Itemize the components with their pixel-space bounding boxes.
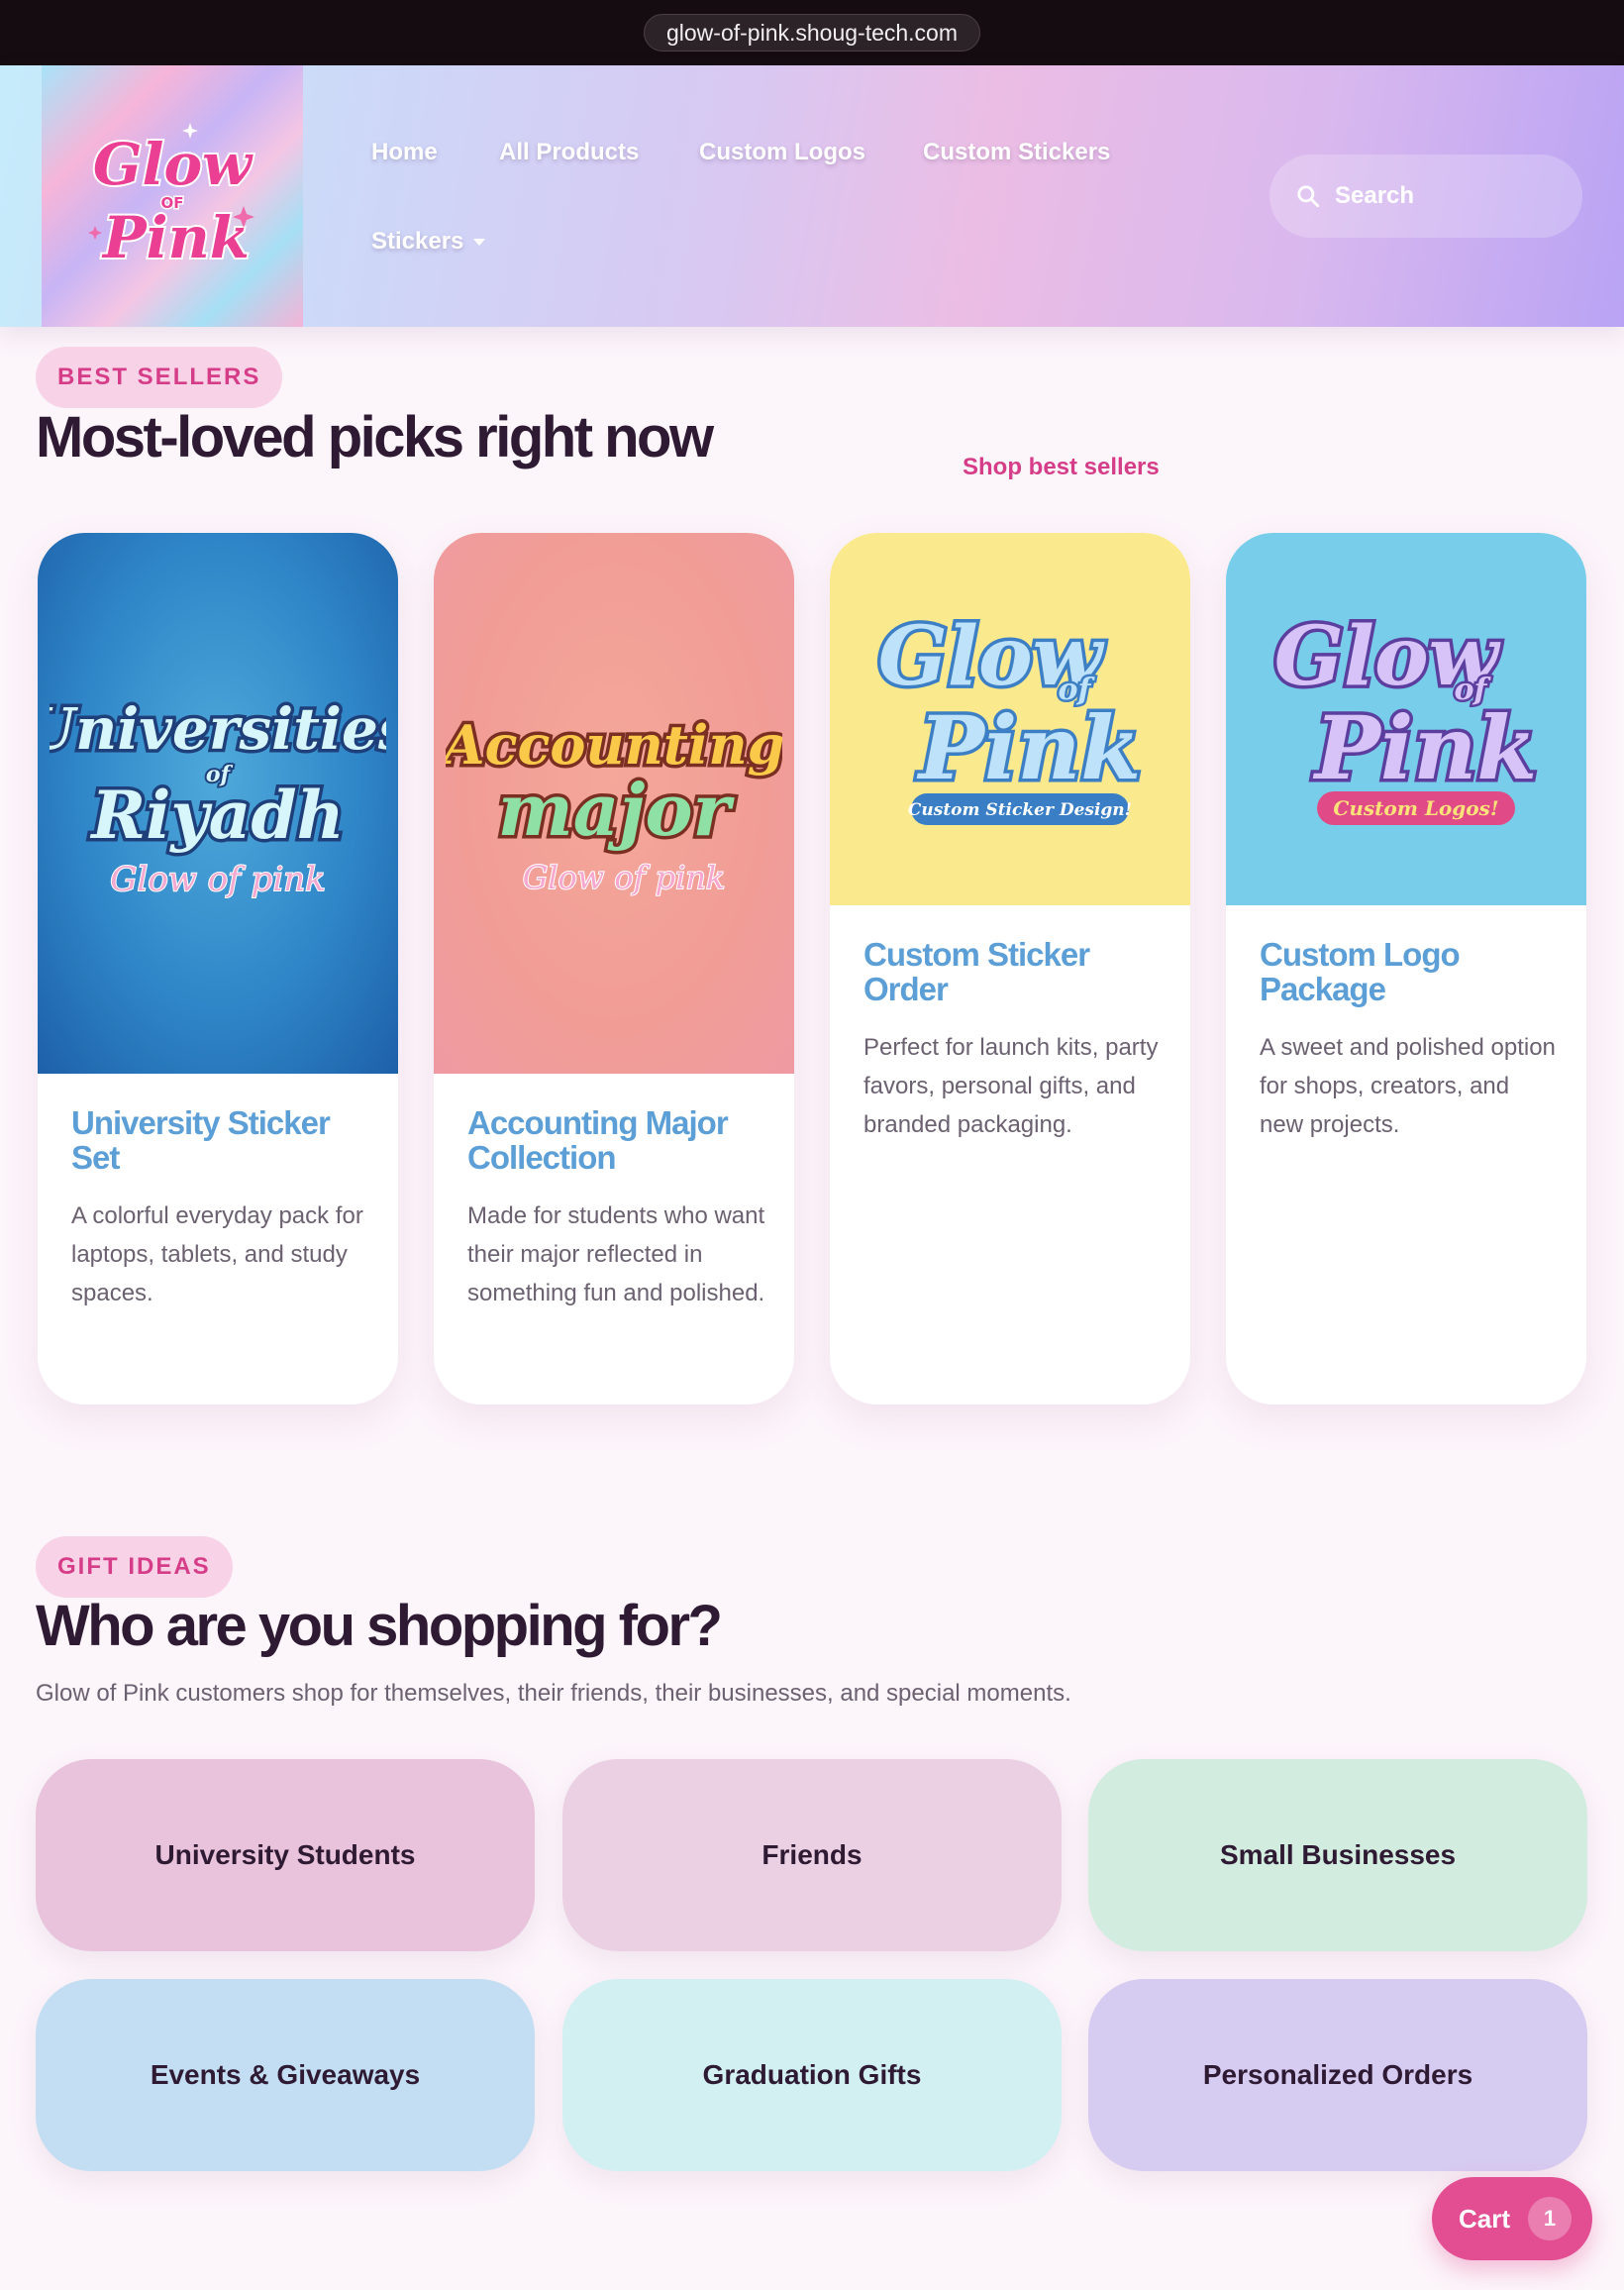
svg-text:Glow of pink: Glow of pink [110,860,325,899]
nav-custom-stickers[interactable]: Custom Stickers [923,139,1110,166]
nav-stickers-dropdown[interactable]: Stickers [371,228,486,256]
svg-text:Custom Sticker Design!: Custom Sticker Design! [908,800,1132,820]
gift-tile-friends[interactable]: Friends [562,1759,1062,1951]
site-logo[interactable]: Glow OF Pink [42,65,303,327]
accounting-major-art: Accounting major Glow of pink [446,710,782,898]
svg-text:Glow: Glow [93,131,254,198]
search-input[interactable] [1335,182,1553,210]
svg-text:major: major [498,768,736,852]
product-title[interactable]: Custom Logo Package [1260,937,1559,1006]
best-sellers-title: Most-loved picks right now [36,405,714,469]
product-description: Perfect for launch kits, party favors, p… [863,1034,1159,1138]
glow-of-pink-logo-package-art: Glow of Pink Custom Logos! [1270,606,1541,825]
site-header: Glow OF Pink Home All Products Custom Lo… [0,65,1624,327]
product-title[interactable]: Accounting Major Collection [467,1105,766,1175]
product-info: Custom Logo Package A sweet and polished… [1260,937,1559,1144]
url-field[interactable]: glow-of-pink.shoug-tech.com [643,14,981,52]
nav-stickers-label: Stickers [371,228,464,255]
product-card-custom-logo-package[interactable]: Glow of Pink Custom Logos! Custom Logo P… [1226,533,1586,1405]
product-image: Universities of Riyadh Glow of pink [38,533,398,1074]
search-icon [1297,185,1320,208]
product-info: Custom Sticker Order Perfect for launch … [863,937,1163,1144]
gift-ideas-subtitle: Glow of Pink customers shop for themselv… [36,1680,1071,1707]
nav-home[interactable]: Home [371,139,438,166]
svg-text:Glow of pink: Glow of pink [523,859,726,896]
nav-all-products[interactable]: All Products [499,139,639,166]
product-card-university-sticker-set[interactable]: Universities of Riyadh Glow of pink Univ… [38,533,398,1405]
svg-text:Pink: Pink [1312,696,1538,799]
gift-tile-small-businesses[interactable]: Small Businesses [1088,1759,1587,1951]
gift-tile-events-giveaways[interactable]: Events & Giveaways [36,1979,535,2171]
product-description: A sweet and polished option for shops, c… [1260,1034,1556,1138]
cart-button[interactable]: Cart 1 [1432,2177,1592,2260]
glow-of-pink-logo-art: Glow OF Pink [88,123,255,273]
caret-down-icon [473,239,486,247]
svg-text:Riyadh: Riyadh [89,777,344,854]
product-title[interactable]: University Sticker Set [71,1105,370,1175]
gift-tile-personalized-orders[interactable]: Personalized Orders [1088,1979,1587,2171]
product-card-accounting-major[interactable]: Accounting major Glow of pink Accounting… [434,533,794,1405]
gift-ideas-title: Who are you shopping for? [36,1594,723,1658]
shop-best-sellers-link[interactable]: Shop best sellers [963,454,1160,481]
svg-text:Universities: Universities [50,695,386,763]
gift-tile-graduation-gifts[interactable]: Graduation Gifts [562,1979,1062,2171]
product-info: University Sticker Set A colorful everyd… [71,1105,370,1312]
product-description: Made for students who want their major r… [467,1202,765,1306]
cart-label: Cart [1459,2203,1511,2234]
product-image: Glow of Pink Custom Sticker Design! [830,533,1190,905]
universities-of-riyadh-art: Universities of Riyadh Glow of pink [50,692,386,901]
product-image: Glow of Pink Custom Logos! [1226,533,1586,905]
cart-count-badge: 1 [1528,2197,1573,2240]
product-image: Accounting major Glow of pink [434,533,794,1074]
product-card-custom-sticker-order[interactable]: Glow of Pink Custom Sticker Design! Cust… [830,533,1190,1405]
svg-text:Custom Logos!: Custom Logos! [1333,796,1498,820]
product-info: Accounting Major Collection Made for stu… [467,1105,766,1312]
best-sellers-eyebrow: BEST SELLERS [36,347,283,408]
nav-custom-logos[interactable]: Custom Logos [699,139,865,166]
browser-address-bar: glow-of-pink.shoug-tech.com [0,0,1624,65]
gift-ideas-eyebrow: GIFT IDEAS [36,1536,233,1598]
glow-of-pink-sticker-art: Glow of Pink Custom Sticker Design! [874,606,1145,825]
svg-text:Pink: Pink [101,204,250,271]
product-title[interactable]: Custom Sticker Order [863,937,1163,1006]
svg-text:Pink: Pink [916,696,1142,799]
search-box[interactable] [1269,155,1582,238]
product-description: A colorful everyday pack for laptops, ta… [71,1202,363,1306]
gift-tile-university-students[interactable]: University Students [36,1759,535,1951]
